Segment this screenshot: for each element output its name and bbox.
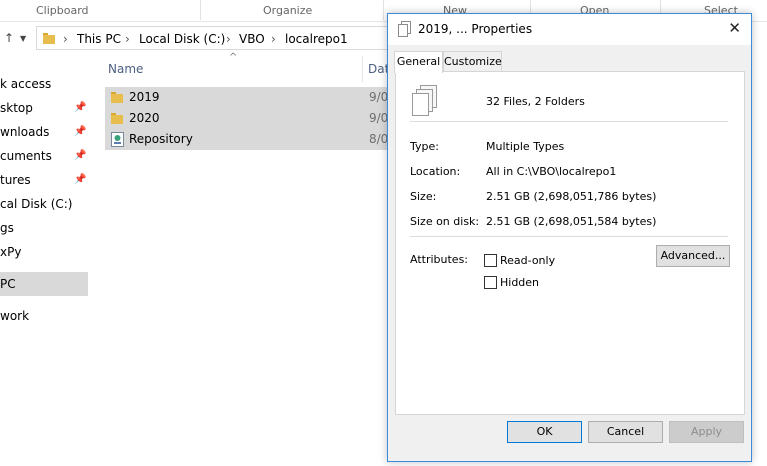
breadcrumb-separator[interactable]: › (125, 32, 130, 46)
ribbon-divider (383, 0, 384, 20)
tab-label: General (396, 55, 441, 68)
list-item-name: 2020 (129, 111, 160, 125)
breadcrumb-vbo[interactable]: VBO (239, 32, 265, 46)
nav-item-label: k access (0, 77, 52, 91)
hidden-label: Hidden (500, 276, 540, 289)
ribbon-group-clipboard: Clipboard (36, 4, 89, 17)
folder-icon (111, 92, 123, 103)
nav-item-this-pc[interactable]: PC (0, 272, 88, 296)
nav-item-local-disk[interactable]: cal Disk (C:) (0, 192, 88, 216)
multiple-files-icon (412, 85, 437, 116)
list-item-name: Repository (129, 132, 193, 146)
column-divider[interactable] (362, 56, 363, 82)
breadcrumb-localrepo1[interactable]: localrepo1 (285, 32, 348, 46)
breadcrumb-this-pc[interactable]: This PC (77, 32, 121, 46)
ribbon-divider (200, 0, 201, 20)
readonly-label: Read-only (500, 254, 556, 267)
list-item[interactable]: Repository 8/0 (105, 129, 390, 150)
nav-item-desktop[interactable]: sktop 📌 (0, 96, 88, 120)
column-header-name[interactable]: Name (108, 62, 143, 76)
nav-item-network[interactable]: work (0, 304, 88, 328)
size-on-disk-label: Size on disk: (410, 215, 480, 228)
hidden-checkbox[interactable] (484, 276, 497, 289)
tab-general[interactable]: General (394, 51, 443, 73)
properties-dialog: 2019, ... Properties ✕ General Customize… (387, 13, 752, 462)
divider (410, 121, 728, 122)
breadcrumb-separator[interactable]: › (226, 32, 231, 46)
nav-item-label: gs (0, 221, 14, 235)
nav-item-label: wnloads (0, 125, 50, 139)
breadcrumb-local-disk[interactable]: Local Disk (C:) (139, 32, 225, 46)
apply-button[interactable]: Apply (669, 421, 744, 443)
tab-label: Customize (444, 55, 502, 68)
close-icon[interactable]: ✕ (728, 19, 741, 37)
list-item-date: 9/0 (369, 111, 389, 125)
breadcrumb-separator[interactable]: › (271, 32, 276, 46)
pin-icon: 📌 (74, 174, 87, 185)
nav-item-label: cal Disk (C:) (0, 197, 73, 211)
type-label: Type: (410, 140, 439, 153)
attributes-label: Attributes: (410, 253, 469, 266)
nav-item-gs[interactable]: gs (0, 216, 88, 240)
list-item[interactable]: 2020 9/0 (105, 108, 390, 129)
location-label: Location: (410, 165, 461, 178)
advanced-button[interactable]: Advanced... (656, 245, 730, 267)
nav-item-label: PC (0, 277, 16, 291)
nav-item-pictures[interactable]: tures 📌 (0, 168, 88, 192)
nav-item-downloads[interactable]: wnloads 📌 (0, 120, 88, 144)
pin-icon: 📌 (74, 150, 87, 161)
pin-icon: 📌 (74, 102, 87, 113)
list-item-date: 8/0 (369, 132, 389, 146)
ok-button[interactable]: OK (507, 421, 582, 443)
cancel-button[interactable]: Cancel (588, 421, 663, 443)
nav-item-label: tures (0, 173, 31, 187)
pin-icon: 📌 (74, 126, 87, 137)
sort-ascending-icon: ^ (229, 52, 238, 63)
list-item-date: 9/0 (369, 90, 389, 104)
readonly-checkbox[interactable] (484, 254, 497, 267)
dialog-titlebar[interactable]: 2019, ... Properties ✕ (388, 14, 751, 45)
chevron-down-icon[interactable]: ▼ (20, 34, 26, 43)
address-bar[interactable]: › This PC › Local Disk (C:) › VBO › loca… (36, 26, 396, 50)
tab-customize[interactable]: Customize (443, 51, 502, 72)
general-panel: 32 Files, 2 Folders Type: Multiple Types… (395, 71, 745, 415)
file-count-summary: 32 Files, 2 Folders (486, 95, 585, 108)
nav-item-quick-access[interactable]: k access (0, 72, 88, 96)
size-value: 2.51 GB (2,698,051,786 bytes) (486, 190, 657, 203)
ribbon-group-organize: Organize (263, 4, 313, 17)
nav-item-label: work (0, 309, 30, 323)
up-arrow-icon[interactable]: ↑ (4, 31, 14, 45)
repository-file-icon (111, 132, 124, 147)
folder-icon (111, 113, 123, 124)
multiple-files-icon (398, 21, 411, 37)
location-value: All in C:\VBO\localrepo1 (486, 165, 617, 178)
nav-item-label: sktop (0, 101, 33, 115)
list-item-name: 2019 (129, 90, 160, 104)
divider (410, 236, 728, 237)
nav-item-documents[interactable]: cuments 📌 (0, 144, 88, 168)
dialog-title: 2019, ... Properties (418, 22, 533, 36)
list-item[interactable]: 2019 9/0 (105, 87, 390, 108)
nav-item-xpy[interactable]: xPy (0, 240, 88, 264)
type-value: Multiple Types (486, 140, 565, 153)
folder-icon (43, 33, 55, 44)
size-on-disk-value: 2.51 GB (2,698,051,584 bytes) (486, 215, 657, 228)
nav-item-label: cuments (0, 149, 52, 163)
size-label: Size: (410, 190, 437, 203)
breadcrumb-separator[interactable]: › (63, 32, 68, 46)
nav-item-label: xPy (0, 245, 22, 259)
